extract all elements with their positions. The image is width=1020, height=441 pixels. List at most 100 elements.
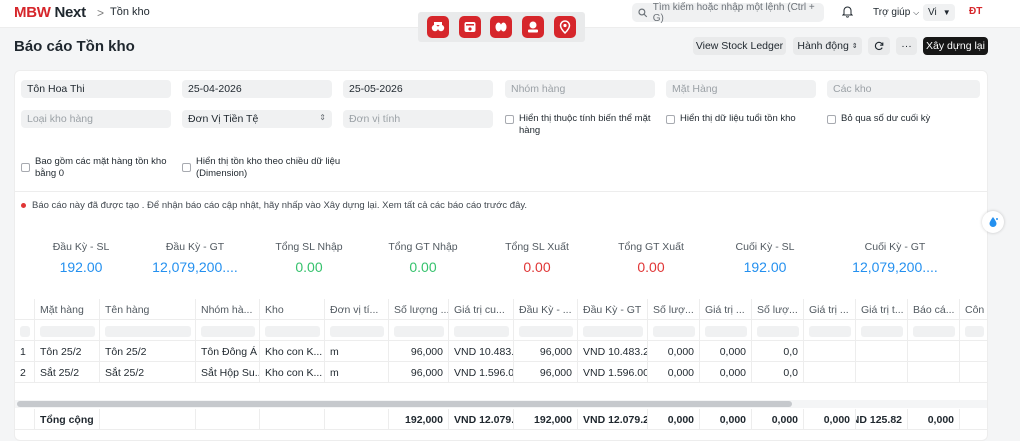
app-shortcut-2[interactable] [458,16,481,38]
column-filter-cell [908,320,960,341]
checkbox-box[interactable] [827,115,836,124]
column-filter-input[interactable] [809,326,851,337]
summary-stat: Đầu Kỳ - GT 12,079,200.... [137,241,253,275]
summary-stat: Cuối Kỳ - SL 192.00 [707,241,823,275]
show-aging-checkbox[interactable]: Hiển thị dữ liệu tuổi tồn kho [666,113,816,125]
column-header[interactable]: Giá trị ... [700,299,752,320]
column-header[interactable]: Tên hàng [100,299,196,320]
column-filter-input[interactable] [394,326,444,337]
vertical-scrollbar[interactable] [1013,28,1020,441]
app-logo[interactable]: MBW Next [14,4,86,21]
item-group-field[interactable]: Nhóm hàng [505,80,655,98]
column-header[interactable]: Đầu Kỳ - ... [514,299,578,320]
column-filter-input[interactable] [965,326,984,337]
refresh-button[interactable] [868,37,890,55]
rebuild-button[interactable]: Xây dựng lại [923,37,988,55]
table-cell [804,341,856,362]
view-stock-ledger-button[interactable]: View Stock Ledger [693,37,786,55]
column-header[interactable]: Báo cá... [908,299,960,320]
column-filter-input[interactable] [201,326,255,337]
app-shortcut-5[interactable] [554,16,577,38]
column-header[interactable]: Mặt hàng [35,299,100,320]
column-header[interactable]: Đầu Kỳ - GT [578,299,648,320]
show-dimension-checkbox[interactable]: Hiển thị tồn kho theo chiều dữ liệu (Dim… [182,156,352,180]
currency-select[interactable]: Đơn Vị Tiền Tệ ⇕ [182,110,332,128]
column-header[interactable]: Đơn vị tí... [325,299,389,320]
column-filter-input[interactable] [265,326,320,337]
table-total-row: Tổng cộng 192,000 VND 12.079.2 192,000 VND 1… [15,409,987,430]
more-button[interactable]: ··· [896,37,917,55]
summary-stat: Tổng GT Xuất 0.00 [593,241,709,275]
checkbox-box[interactable] [666,115,675,124]
table-cell: 0,000 [648,341,700,362]
skip-closing-checkbox[interactable]: Bỏ qua số dư cuối kỳ [827,113,977,125]
scrollbar-thumb[interactable] [17,401,792,407]
column-filter-input[interactable] [519,326,573,337]
table-cell: VND 1.596.000 [578,362,648,383]
column-filter-cell [514,320,578,341]
checkbox-box[interactable] [21,163,30,172]
box-icon [464,22,476,32]
actions-button[interactable]: Hành động ⇕ [793,37,862,55]
show-variant-checkbox[interactable]: Hiển thị thuộc tính biến thể mặt hàng [505,113,655,137]
column-header[interactable]: Kho [260,299,325,320]
table-cell [804,362,856,383]
stat-label: Tổng GT Xuất [618,241,684,253]
table-cell: m [325,341,389,362]
column-header[interactable]: Giá trị ... [804,299,856,320]
search-input[interactable]: Tìm kiếm hoặc nhập một lệnh (Ctrl + G) [632,1,824,24]
checkbox-box[interactable] [182,163,191,172]
company-field[interactable]: Tôn Hoa Thi [21,80,171,98]
column-header[interactable]: Giá trị cu... [449,299,514,320]
column-filter-input[interactable] [583,326,643,337]
column-filter-input[interactable] [20,326,30,337]
column-filter-input[interactable] [861,326,903,337]
item-field[interactable]: Mặt Hàng [666,80,816,98]
droplet-icon[interactable] [982,211,1004,233]
column-header[interactable]: Giá trị t... [856,299,908,320]
language-select[interactable]: Vi ▼ [923,4,955,21]
updown-icon: ⇕ [319,113,326,122]
column-header[interactable]: Nhóm hà... [196,299,260,320]
avatar[interactable]: ĐT [969,6,982,17]
column-header[interactable]: Số lượ... [648,299,700,320]
checkbox-box[interactable] [505,115,514,124]
divider [15,191,987,192]
from-date-field[interactable]: 25-04-2026 [182,80,332,98]
breadcrumb-stock[interactable]: Tồn kho [110,6,150,18]
table-cell [960,362,987,383]
column-filter-input[interactable] [330,326,384,337]
cart-icon [431,22,445,32]
table-row[interactable]: 2 Sắt 25/2 Sắt 25/2 Sắt Hộp Su... Kho con K.… [15,362,987,383]
column-filter-input[interactable] [105,326,191,337]
bell-icon[interactable] [841,5,854,21]
column-filter-input[interactable] [705,326,747,337]
column-filter-input[interactable] [913,326,955,337]
app-shortcut-4[interactable] [522,16,545,38]
table-cell: 96,000 [389,341,449,362]
warehouse-field[interactable]: Các kho [827,80,980,98]
app-shortcut-3[interactable] [490,16,513,38]
table-row[interactable]: 1 Tôn 25/2 Tôn 25/2 Tôn Đông Á Kho con K... m… [15,341,987,362]
column-header[interactable]: Côn [960,299,987,320]
stat-value: 0.00 [523,259,551,275]
column-header[interactable]: Số lượng ... [389,299,449,320]
updown-icon: ⇕ [851,43,858,50]
horizontal-scrollbar[interactable] [15,400,987,408]
table-cell: m [325,362,389,383]
column-filter-input[interactable] [757,326,799,337]
table-cell [856,362,908,383]
app-shortcut-1[interactable] [426,16,449,38]
uom-field[interactable]: Đơn vị tính [343,110,493,128]
page-title: Báo cáo Tồn kho [14,38,135,55]
to-date-field[interactable]: 25-05-2026 [343,80,493,98]
search-placeholder: Tìm kiếm hoặc nhập một lệnh (Ctrl + G) [652,1,815,24]
total-cell: VND 12.079.2 [449,409,514,430]
column-filter-input[interactable] [653,326,695,337]
column-filter-input[interactable] [454,326,509,337]
include-zero-stock-checkbox[interactable]: Bao gồm các mặt hàng tồn kho bằng 0 [21,156,171,180]
help-menu[interactable]: Trợ giúp ⌵ [873,7,919,18]
warehouse-type-field[interactable]: Loại kho hàng [21,110,171,128]
column-header[interactable]: Số lượ... [752,299,804,320]
column-filter-input[interactable] [40,326,95,337]
